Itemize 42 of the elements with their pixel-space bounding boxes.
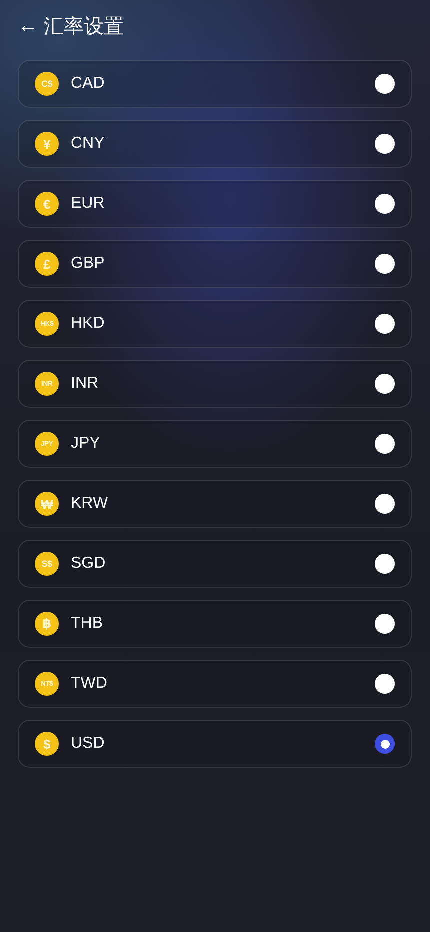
currency-row[interactable]: ₩ KRW [18, 480, 412, 528]
currency-code: KRW [71, 495, 110, 513]
radio-button[interactable] [375, 494, 395, 514]
coin-icon: C$ [35, 72, 59, 96]
coin-icon: S$ [35, 552, 59, 576]
currency-code: JPY [71, 435, 102, 453]
currency-row[interactable]: ฿ THB [18, 600, 412, 648]
coin-icon: ₩ [35, 492, 59, 516]
coin-icon: ¥ [35, 132, 59, 156]
currency-code: USD [71, 735, 106, 753]
currency-code: THB [71, 615, 104, 633]
currency-row[interactable]: C$ CAD [18, 60, 412, 108]
currency-row[interactable]: S$ SGD [18, 540, 412, 588]
currency-code: EUR [71, 195, 106, 213]
radio-button[interactable] [375, 314, 395, 334]
radio-button[interactable] [375, 134, 395, 154]
currency-code: GBP [71, 255, 106, 273]
coin-icon: € [35, 192, 59, 216]
currency-row[interactable]: € EUR [18, 180, 412, 228]
coin-icon: ฿ [35, 612, 59, 636]
radio-button[interactable] [375, 674, 395, 694]
radio-button[interactable] [375, 734, 395, 754]
radio-button[interactable] [375, 254, 395, 274]
currency-code: TWD [71, 675, 108, 693]
currency-code: SGD [71, 555, 107, 573]
currency-code: CAD [71, 75, 106, 93]
radio-button[interactable] [375, 554, 395, 574]
coin-icon: £ [35, 252, 59, 276]
currency-code: HKD [71, 315, 106, 333]
radio-button[interactable] [375, 74, 395, 94]
coin-icon: $ [35, 732, 59, 756]
page-title: 汇率设置 [44, 14, 124, 40]
currency-code: CNY [71, 135, 106, 153]
radio-button[interactable] [375, 194, 395, 214]
currency-row[interactable]: $ USD [18, 720, 412, 768]
radio-button[interactable] [375, 614, 395, 634]
currency-row[interactable]: £ GBP [18, 240, 412, 288]
back-button[interactable]: ← [18, 16, 38, 36]
radio-button[interactable] [375, 374, 395, 394]
currency-code: INR [71, 375, 100, 393]
currency-row[interactable]: ¥ CNY [18, 120, 412, 168]
radio-button[interactable] [375, 434, 395, 454]
